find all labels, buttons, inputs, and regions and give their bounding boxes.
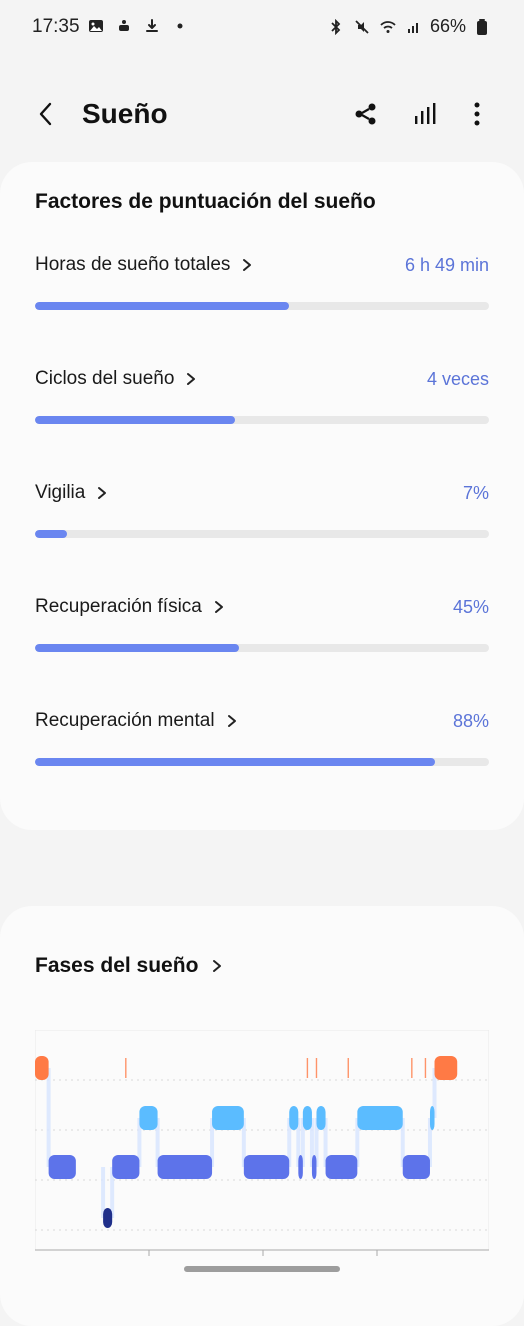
phase-segment-awake — [434, 1056, 458, 1080]
phase-segment-rem — [429, 1106, 435, 1130]
sleep-phases-chart-svg — [34, 1029, 490, 1256]
phase-segment-rem — [289, 1106, 299, 1130]
phase-segment-light — [311, 1155, 317, 1179]
more-icon — [472, 100, 482, 133]
chevron-right-icon — [210, 959, 224, 973]
share-icon — [353, 101, 379, 132]
factor-value: 4 veces — [426, 368, 489, 389]
more-button[interactable] — [457, 96, 497, 136]
factor-label: Recuperación mental — [35, 710, 215, 731]
back-icon — [35, 100, 57, 133]
phase-segment-light — [243, 1155, 290, 1179]
stats-button[interactable] — [405, 96, 445, 136]
phase-segment-light — [298, 1155, 303, 1179]
chevron-right-icon — [184, 372, 198, 386]
phase-segment-light — [112, 1155, 140, 1179]
chevron-right-icon — [240, 258, 254, 272]
download-icon — [142, 16, 162, 36]
phase-segment-rem — [302, 1106, 312, 1130]
factor-sleep-cycles[interactable]: Ciclos del sueño 4 veces — [35, 364, 489, 434]
phase-segment-light — [402, 1155, 430, 1179]
progress-track — [35, 530, 489, 538]
app-bar: Sueño — [0, 84, 524, 148]
battery-icon — [472, 17, 492, 37]
phase-segment-rem — [357, 1106, 403, 1130]
sleep-phases-card: Fases del sueño — [0, 906, 524, 1326]
factor-label: Recuperación física — [35, 596, 202, 617]
phase-segment-awake — [35, 1056, 49, 1080]
chevron-right-icon — [95, 486, 109, 500]
status-right: 66% — [326, 16, 492, 37]
factor-mental-recovery[interactable]: Recuperación mental 88% — [35, 706, 489, 776]
progress-track — [35, 416, 489, 424]
sleep-phases-chart — [34, 1029, 490, 1256]
sleep-score-card: Factores de puntuación del sueño Horas d… — [0, 162, 524, 830]
factor-label: Horas de sueño totales — [35, 254, 231, 275]
stats-icon — [411, 100, 439, 133]
status-left-icons — [86, 16, 190, 36]
bluetooth-icon — [326, 17, 346, 37]
progress-track — [35, 644, 489, 652]
phase-segment-light — [157, 1155, 213, 1179]
progress-fill — [35, 530, 67, 538]
progress-track — [35, 758, 489, 766]
page-title: Sueño — [82, 98, 168, 129]
status-bar: 17:35 66% — [0, 0, 524, 56]
phase-segment-deep — [103, 1208, 113, 1228]
factor-value: 7% — [462, 482, 489, 503]
progress-track — [35, 302, 489, 310]
phases-title-row[interactable]: Fases del sueño — [35, 954, 224, 978]
status-time: 17:35 — [32, 16, 80, 37]
robot-icon — [114, 16, 134, 36]
battery-text: 66% — [429, 16, 466, 36]
photo-icon — [86, 16, 106, 36]
back-button[interactable] — [26, 96, 66, 136]
progress-fill — [35, 416, 235, 424]
chevron-right-icon — [212, 600, 226, 614]
phase-segment-rem — [316, 1106, 326, 1130]
factor-value: 88% — [452, 710, 489, 731]
home-indicator[interactable] — [184, 1266, 340, 1272]
wifi-icon — [378, 17, 398, 37]
mute-icon — [352, 17, 372, 37]
progress-fill — [35, 644, 240, 652]
factor-label: Ciclos del sueño — [35, 368, 175, 389]
factor-total-sleep[interactable]: Horas de sueño totales 6 h 49 min — [35, 250, 489, 320]
factor-physical-recovery[interactable]: Recuperación física 45% — [35, 592, 489, 662]
phase-segment-rem — [212, 1106, 244, 1130]
progress-fill — [35, 302, 290, 310]
share-button[interactable] — [346, 96, 386, 136]
factor-vigilance[interactable]: Vigilia 7% — [35, 478, 489, 548]
factor-label: Vigilia — [35, 482, 86, 503]
phase-segment-light — [48, 1155, 76, 1179]
factor-value: 6 h 49 min — [404, 254, 489, 275]
signal-icon — [404, 17, 424, 37]
chevron-right-icon — [225, 714, 239, 728]
phase-segment-light — [325, 1155, 358, 1179]
phases-card-title: Fases del sueño — [35, 954, 199, 977]
score-card-title: Factores de puntuación del sueño — [35, 190, 376, 213]
progress-fill — [35, 758, 435, 766]
dot-icon — [170, 16, 190, 36]
phase-segment-rem — [139, 1106, 158, 1130]
factor-value: 45% — [452, 596, 489, 617]
